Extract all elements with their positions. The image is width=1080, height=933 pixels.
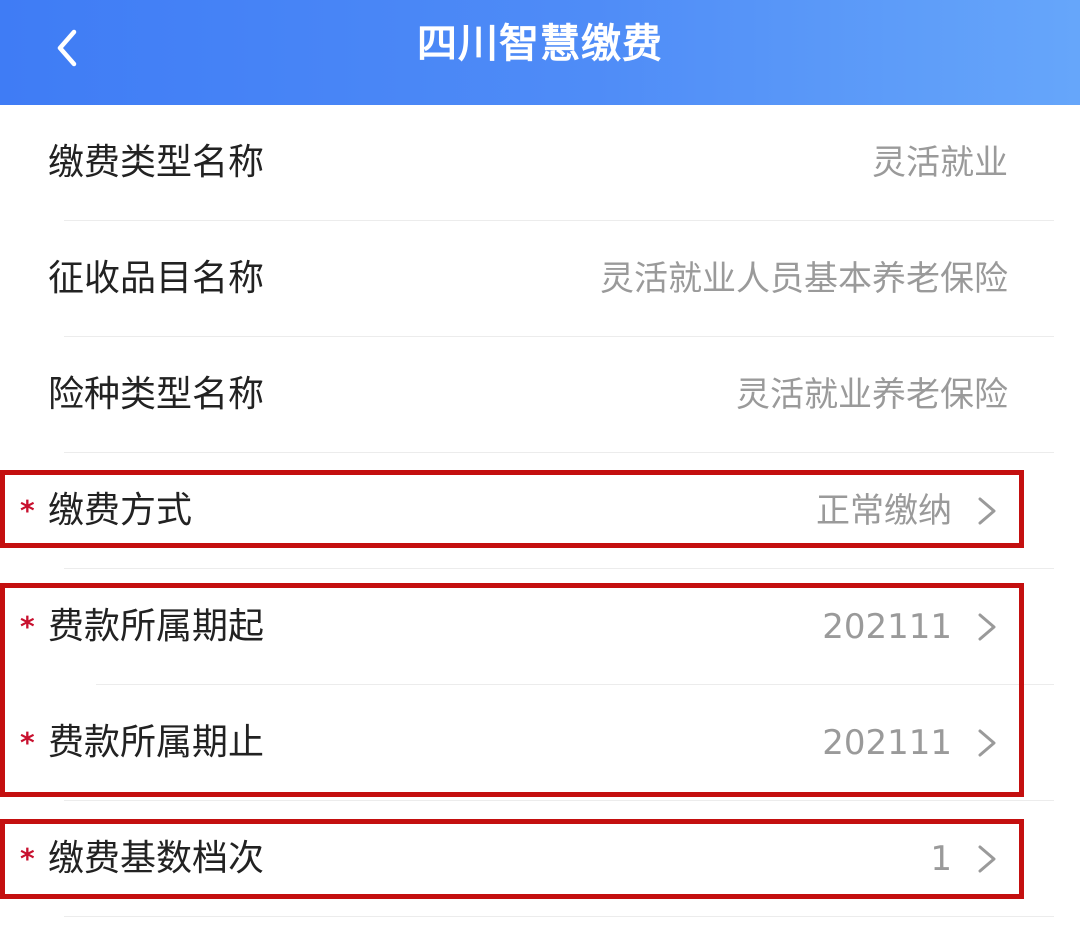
chevron-right-icon	[968, 841, 1004, 877]
row-label: 缴费类型名称	[48, 142, 265, 183]
app-header: 四川智慧缴费	[0, 0, 1080, 105]
row-insurance-type-name: 险种类型名称 灵活就业养老保险	[0, 337, 1080, 453]
row-label: 缴费方式	[48, 490, 193, 531]
row-value: 1	[930, 839, 952, 879]
row-value: 灵活就业	[872, 143, 1008, 183]
required-mark: *	[20, 842, 35, 875]
divider	[64, 916, 1054, 917]
row-label: 险种类型名称	[48, 374, 265, 415]
required-mark: *	[20, 610, 35, 643]
row-period-end[interactable]: * 费款所属期止 202111	[0, 685, 1080, 801]
required-mark: *	[20, 494, 35, 527]
required-mark: *	[20, 726, 35, 759]
row-period-start[interactable]: * 费款所属期起 202111	[0, 569, 1080, 685]
chevron-right-icon	[968, 609, 1004, 645]
row-label: 费款所属期止	[48, 722, 265, 763]
row-base-level[interactable]: * 缴费基数档次 1	[0, 801, 1080, 917]
row-payment-method[interactable]: * 缴费方式 正常缴纳	[0, 453, 1080, 569]
row-label: 缴费基数档次	[48, 838, 265, 879]
row-levy-item-name: 征收品目名称 灵活就业人员基本养老保险	[0, 221, 1080, 337]
row-value: 202111	[822, 607, 952, 647]
row-value: 正常缴纳	[816, 491, 952, 531]
page-title: 四川智慧缴费	[417, 21, 663, 67]
row-value: 灵活就业人员基本养老保险	[600, 259, 1008, 299]
row-value: 202111	[822, 723, 952, 763]
row-payment-type-name: 缴费类型名称 灵活就业	[0, 105, 1080, 221]
chevron-right-icon	[968, 493, 1004, 529]
row-label: 征收品目名称	[48, 258, 265, 299]
row-label: 费款所属期起	[48, 606, 265, 647]
chevron-right-icon	[968, 725, 1004, 761]
row-value: 灵活就业养老保险	[736, 375, 1008, 415]
